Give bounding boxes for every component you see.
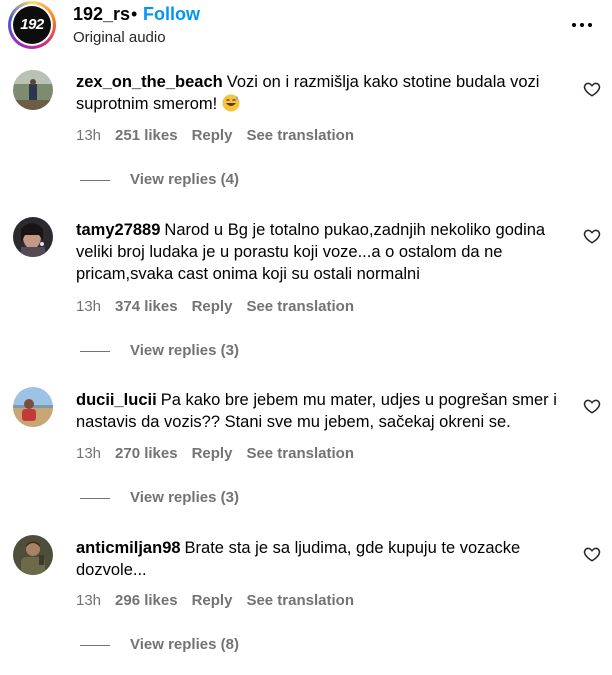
follow-button[interactable]: Follow xyxy=(143,4,200,25)
avatar[interactable] xyxy=(13,535,53,575)
see-translation-button[interactable]: See translation xyxy=(246,127,354,144)
comment-meta: 13h 251 likes Reply See translation xyxy=(76,127,368,144)
comment-username[interactable]: ducii_lucii xyxy=(76,391,157,409)
comment-likes[interactable]: 374 likes xyxy=(115,298,178,315)
comment-meta: 13h 270 likes Reply See translation xyxy=(76,445,368,462)
comment-likes[interactable]: 296 likes xyxy=(115,592,178,609)
reply-button[interactable]: Reply xyxy=(192,445,233,462)
heart-icon[interactable] xyxy=(583,397,601,415)
comment-time: 13h xyxy=(76,127,102,144)
view-replies-label: View replies (3) xyxy=(130,342,239,359)
view-replies-button[interactable]: View replies (3) xyxy=(80,342,239,359)
heart-icon[interactable] xyxy=(583,80,601,98)
comment-time: 13h xyxy=(76,445,102,462)
account-avatar[interactable]: 192 xyxy=(8,1,56,49)
comment-likes[interactable]: 251 likes xyxy=(115,127,178,144)
post-header: 192 192_rs • Follow Original audio xyxy=(0,0,612,60)
heart-icon[interactable] xyxy=(583,227,601,245)
comment-likes[interactable]: 270 likes xyxy=(115,445,178,462)
view-replies-label: View replies (4) xyxy=(130,171,239,188)
see-translation-button[interactable]: See translation xyxy=(246,445,354,462)
more-options-icon[interactable] xyxy=(570,14,594,34)
comment-meta: 13h 296 likes Reply See translation xyxy=(76,592,368,609)
avatar[interactable] xyxy=(13,387,53,427)
view-replies-label: View replies (8) xyxy=(130,636,239,653)
see-translation-button[interactable]: See translation xyxy=(246,592,354,609)
comment-text: zex_on_the_beach Vozi on i razmišlja kako… xyxy=(76,71,570,115)
grinning-sweat-emoji-icon xyxy=(222,94,240,112)
comment-text: ducii_lucii Pa kako bre jebem mu mater, u… xyxy=(76,389,570,433)
view-replies-label: View replies (3) xyxy=(130,489,239,506)
reply-button[interactable]: Reply xyxy=(192,127,233,144)
comment-time: 13h xyxy=(76,592,102,609)
comment-username[interactable]: anticmiljan98 xyxy=(76,539,181,557)
avatar[interactable] xyxy=(13,70,53,110)
view-replies-button[interactable]: View replies (8) xyxy=(80,636,239,653)
comment-username[interactable]: tamy27889 xyxy=(76,221,160,239)
view-replies-button[interactable]: View replies (3) xyxy=(80,489,239,506)
account-logo: 192 xyxy=(13,6,51,44)
separator-dot: • xyxy=(131,4,138,24)
view-replies-button[interactable]: View replies (4) xyxy=(80,171,239,188)
comment-meta: 13h 374 likes Reply See translation xyxy=(76,298,368,315)
account-name[interactable]: 192_rs xyxy=(73,4,130,25)
reply-button[interactable]: Reply xyxy=(192,592,233,609)
reply-button[interactable]: Reply xyxy=(192,298,233,315)
avatar[interactable] xyxy=(13,217,53,257)
comment-text: anticmiljan98 Brate sta je sa ljudima, gd… xyxy=(76,537,570,581)
comment-text: tamy27889 Narod u Bg je totalno pukao,zad… xyxy=(76,219,570,285)
heart-icon[interactable] xyxy=(583,545,601,563)
comment-username[interactable]: zex_on_the_beach xyxy=(76,73,223,91)
see-translation-button[interactable]: See translation xyxy=(246,298,354,315)
comment-time: 13h xyxy=(76,298,102,315)
audio-label[interactable]: Original audio xyxy=(73,29,166,46)
